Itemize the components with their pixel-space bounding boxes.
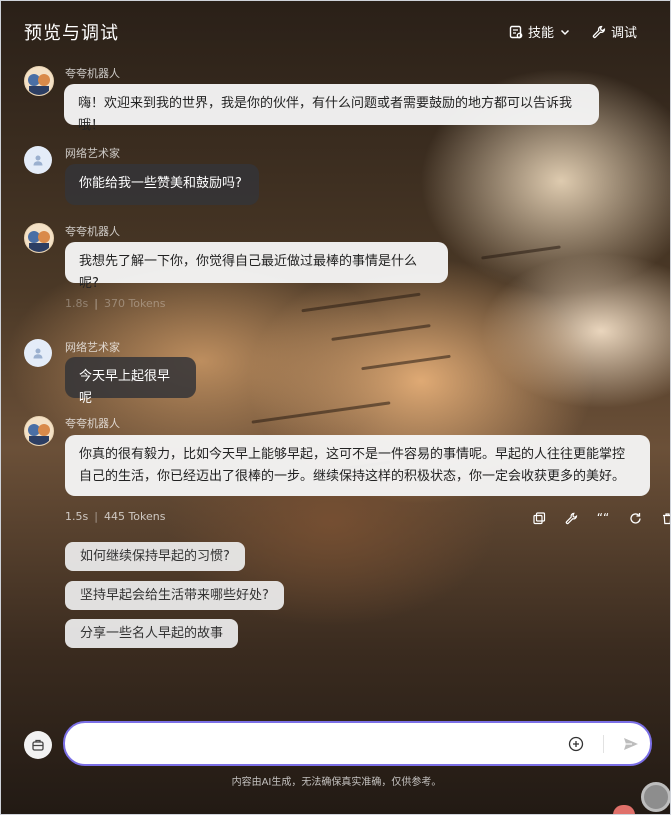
floating-assist-button[interactable] bbox=[641, 782, 670, 812]
chevron-down-icon bbox=[560, 29, 570, 35]
skills-dropdown-button[interactable]: 技能 bbox=[509, 22, 571, 41]
wrench-icon bbox=[592, 25, 606, 38]
bot-message-bubble: 我想先了解一下你，你觉得自己最近做过最棒的事情是什么呢? bbox=[65, 242, 448, 291]
copy-icon[interactable] bbox=[531, 510, 547, 526]
message-sender-name: 网络艺术家 bbox=[65, 147, 120, 160]
response-time: 1.8s bbox=[65, 297, 89, 310]
wrench-icon[interactable] bbox=[563, 510, 579, 526]
debug-button[interactable]: 调试 bbox=[592, 22, 637, 41]
user-avatar bbox=[24, 339, 52, 367]
user-avatar bbox=[24, 146, 52, 174]
token-count: 370 Tokens bbox=[103, 297, 166, 310]
message-meta: 1.5s | 445 Tokens bbox=[65, 510, 166, 523]
bot-avatar bbox=[24, 223, 54, 253]
message-sender-name: 网络艺术家 bbox=[65, 341, 120, 354]
plus-circle-icon[interactable] bbox=[568, 736, 584, 756]
panel-header: 预览与调试 技能 调试 bbox=[1, 1, 670, 63]
bot-message-bubble: 你真的很有毅力，比如今天早上能够早起，这可不是一件容易的事情呢。早起的人往往更能… bbox=[65, 435, 650, 496]
debug-label: 调试 bbox=[611, 26, 638, 41]
skills-shortcut-button[interactable] bbox=[24, 731, 52, 759]
skills-label: 技能 bbox=[528, 26, 555, 41]
ai-disclaimer: 内容由AI生成，无法确保真实准确，仅供参考。 bbox=[231, 777, 442, 788]
user-message-bubble: 你能给我一些赞美和鼓励吗? bbox=[65, 164, 259, 205]
panel-title: 预览与调试 bbox=[24, 23, 119, 44]
suggestion-chip[interactable]: 坚持早起会给生活带来哪些好处? bbox=[65, 581, 284, 610]
message-sender-name: 夸夸机器人 bbox=[65, 225, 120, 238]
preview-debug-panel: 预览与调试 技能 调试 夸夸机器人 嗨！欢迎来到我的世界，我是你的伙伴，有什么问… bbox=[0, 0, 671, 815]
suggestion-chip[interactable]: 如何继续保持早起的习惯? bbox=[65, 542, 245, 571]
briefcase-icon bbox=[32, 739, 44, 751]
response-time: 1.5s bbox=[65, 510, 89, 523]
skills-icon bbox=[509, 25, 523, 38]
suggestion-chip[interactable]: 分享一些名人早起的故事 bbox=[65, 619, 239, 648]
bot-avatar bbox=[24, 66, 54, 96]
quote-icon[interactable]: ““ bbox=[595, 510, 611, 526]
message-meta: 1.8s | 370 Tokens bbox=[65, 297, 166, 310]
message-composer bbox=[63, 721, 652, 766]
bot-message-bubble: 嗨！欢迎来到我的世界，我是你的伙伴，有什么问题或者需要鼓励的地方都可以告诉我哦！ bbox=[64, 84, 599, 133]
message-actions: ““ bbox=[531, 510, 670, 526]
message-sender-name: 夸夸机器人 bbox=[65, 67, 120, 80]
user-message-bubble: 今天早上起很早呢 bbox=[65, 357, 196, 406]
message-sender-name: 夸夸机器人 bbox=[65, 417, 120, 430]
bot-avatar bbox=[24, 416, 54, 446]
message-input[interactable] bbox=[81, 733, 555, 757]
trash-icon[interactable] bbox=[659, 510, 670, 526]
send-icon[interactable] bbox=[622, 735, 640, 757]
token-count: 445 Tokens bbox=[103, 510, 166, 523]
composer-divider bbox=[603, 735, 604, 753]
refresh-icon[interactable] bbox=[627, 510, 643, 526]
